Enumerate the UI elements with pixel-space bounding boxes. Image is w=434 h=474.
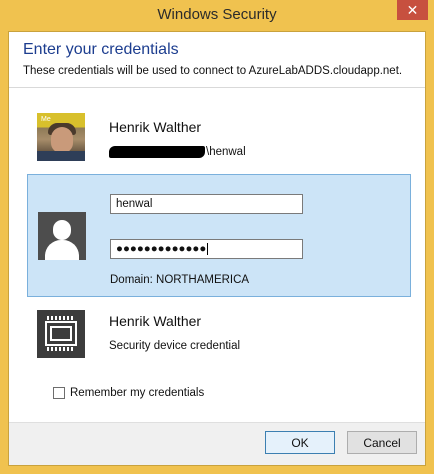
avatar-face	[51, 127, 73, 153]
dialog-subheading: These credentials will be used to connec…	[23, 65, 403, 77]
user-head-shape	[53, 220, 71, 240]
avatar-tag: Me	[41, 116, 51, 123]
username-value: henwal	[116, 198, 153, 210]
dialog-heading: Enter your credentials	[23, 41, 179, 58]
credential-type: Security device credential	[109, 340, 241, 352]
credential-tile-smartcard[interactable]: Henrik Walther Security device credentia…	[27, 304, 411, 370]
credential-tile-selected[interactable]: henwal ●●●●●●●●●●●●● Domain: NORTHAMERIC…	[27, 174, 411, 297]
chip-core	[50, 326, 72, 341]
domain-label: Domain: NORTHAMERICA	[110, 274, 250, 286]
credential-name: Henrik Walther	[109, 119, 202, 135]
password-mask: ●●●●●●●●●●●●●	[116, 243, 207, 256]
generic-user-icon	[38, 212, 86, 260]
chip-pins-bottom	[47, 347, 75, 351]
username-input[interactable]: henwal	[110, 194, 303, 214]
user-body-shape	[45, 240, 79, 260]
dialog-body: Enter your credentials These credentials…	[8, 31, 426, 466]
remember-checkbox[interactable]	[53, 387, 65, 399]
title-bar[interactable]: Windows Security ✕	[0, 0, 434, 31]
button-bar: OK Cancel	[9, 422, 425, 465]
smart-card-icon	[37, 310, 85, 358]
close-button[interactable]: ✕	[397, 0, 428, 20]
avatar-shirt	[37, 151, 85, 161]
close-icon: ✕	[406, 2, 419, 18]
user-photo-avatar: Me	[37, 113, 85, 161]
credential-account: \henwal	[109, 146, 246, 158]
windows-security-dialog: Windows Security ✕ Enter your credential…	[0, 0, 434, 474]
cancel-button[interactable]: Cancel	[347, 431, 417, 454]
header-divider	[9, 87, 425, 88]
text-cursor	[207, 243, 209, 255]
remember-credentials-row[interactable]: Remember my credentials	[53, 387, 204, 399]
remember-label[interactable]: Remember my credentials	[70, 387, 204, 399]
redacted-domain-block	[109, 146, 205, 158]
credential-tile-user[interactable]: Me Henrik Walther \henwal	[27, 110, 411, 170]
account-suffix: \henwal	[206, 146, 246, 158]
chip-pins-top	[47, 316, 75, 320]
window-title: Windows Security	[157, 6, 277, 23]
password-input[interactable]: ●●●●●●●●●●●●●	[110, 239, 303, 259]
ok-button[interactable]: OK	[265, 431, 335, 454]
credential-name: Henrik Walther	[109, 313, 202, 329]
